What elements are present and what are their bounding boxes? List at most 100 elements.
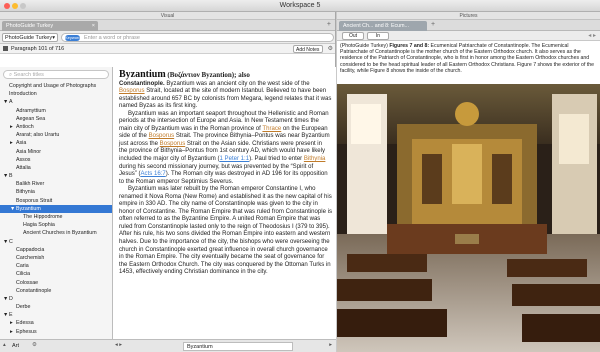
article-link[interactable]: Bithynia (304, 156, 326, 162)
article-link[interactable]: Bosporus (149, 133, 175, 139)
panel-caption-label: Pictures (459, 13, 478, 19)
toc-item-label: Asia Minor (16, 148, 42, 155)
toc-search-input[interactable]: ⌕ Search titles (3, 70, 109, 79)
zoom-out-button[interactable]: Out (342, 32, 364, 40)
reader-toolbar: PhotoGuide Turkey ▾ Keyword Enter a word… (0, 31, 335, 44)
tab-pictures[interactable]: Ancient Ch... and 8: Ecum... (339, 21, 427, 31)
toc-item-label: The Hippodrome (23, 214, 63, 220)
toc-item[interactable]: Hagia Sophia (0, 221, 112, 229)
article-paragraph: Byzantium was later rebuilt by the Roman… (119, 186, 332, 277)
church-interior-photo (337, 84, 600, 352)
article-body: Byzantium (Βυζάντιον Byzantion); also Co… (119, 70, 332, 277)
toc-item-label: E (9, 312, 13, 319)
toc-item-label: Antioch (16, 123, 34, 130)
toc-item-label: Bosporus Strait (16, 197, 53, 204)
toc-item[interactable]: Ararat; also Urartu (0, 131, 112, 139)
toc-toggle-icon[interactable] (3, 46, 8, 51)
tab-photoguide-turkey[interactable]: PhotoGuide Turkey × (2, 21, 98, 31)
pictures-panel: Pictures Ancient Ch... and 8: Ecum... + … (337, 12, 600, 352)
toc-item-label: A (9, 99, 13, 106)
caption-source: (PhotoGuide Turkey) (340, 43, 390, 49)
toc-list: Copyright and Usage of Photographs Introd… (0, 82, 112, 336)
toc-item[interactable]: Colossae (0, 279, 112, 287)
toc-item[interactable]: Aegean Sea (0, 115, 112, 123)
toc-item-label: Ancient Churches in Byzantium (23, 230, 97, 237)
toc-item-label: Asia (16, 140, 27, 147)
toc-item[interactable]: ▼Byzantium (0, 204, 112, 213)
toc-item[interactable]: Constantinople (0, 287, 112, 295)
toc-item[interactable]: Adramyttium (0, 107, 112, 115)
toc-item[interactable]: Attalia (0, 164, 112, 172)
article-link[interactable]: Acts 16:7 (141, 171, 166, 177)
toc-item[interactable]: Cilicia (0, 270, 112, 278)
toc-item[interactable]: The Hippodrome (0, 213, 112, 221)
navigation-arrows-icon[interactable]: ◂ ▸ (115, 342, 122, 348)
toc-item-label: Assos (16, 156, 31, 163)
picture-navigation-icon[interactable]: ◂ ▸ (588, 32, 596, 39)
toc-search-placeholder: Search titles (13, 72, 44, 78)
toc-item-label: Caria (16, 263, 29, 270)
toc-item[interactable]: ▸ Edessa (0, 319, 112, 327)
toc-item[interactable]: Copyright and Usage of Photographs (0, 82, 112, 90)
toc-item[interactable]: Introduction (0, 90, 112, 98)
toc-item[interactable]: Derbe (0, 303, 112, 311)
toc-item[interactable]: Bithynia (0, 188, 112, 196)
toc-item-label: Bithynia (16, 189, 35, 196)
gear-icon[interactable]: ⚙ (32, 342, 37, 348)
toc-item-label: D (9, 295, 13, 302)
pictures-toolbar: Out In ◂ ▸ (337, 31, 600, 41)
search-placeholder: Enter a word or phrase (84, 35, 140, 41)
tab-bar: PhotoGuide Turkey × + (0, 20, 335, 31)
toc-item-label: C (9, 238, 13, 245)
next-arrow-icon[interactable]: ▸ (329, 342, 332, 348)
add-notes-button[interactable]: Add Notes (293, 45, 323, 53)
add-tab-button[interactable]: + (327, 21, 331, 28)
toc-item-label: Hagia Sophia (23, 222, 55, 229)
current-article-field[interactable]: Byzantium (183, 342, 293, 351)
toc-item[interactable]: ▼E (0, 311, 112, 319)
article-link[interactable]: Bosporus (160, 141, 186, 147)
toc-item[interactable]: Asia Minor (0, 148, 112, 156)
toc-item[interactable]: Carchemish (0, 254, 112, 262)
toc-item[interactable]: ▼C (0, 238, 112, 246)
toc-item[interactable]: ▸ Asia (0, 139, 112, 147)
toc-item-label: B (9, 173, 13, 180)
toc-item[interactable]: Assos (0, 156, 112, 164)
toc-item-label: Balikh River (16, 181, 45, 188)
toc-item[interactable]: ▼D (0, 295, 112, 303)
toc-item[interactable]: ▸ Antioch (0, 123, 112, 131)
toc-item-label: Byzantium (16, 205, 41, 212)
tab-label: PhotoGuide Turkey (6, 23, 54, 29)
toc-item[interactable]: Bosporus Strait (0, 197, 112, 205)
toc-item[interactable]: ▼B (0, 172, 112, 180)
bottom-bar: ▴ Art ⚙ ◂ ▸ Byzantium ▸ (0, 339, 336, 352)
caption-figure-label: Figures 7 and 8: (389, 43, 430, 49)
tab-close-icon[interactable]: × (92, 23, 95, 29)
search-type-chip[interactable]: Keyword (65, 35, 81, 41)
toc-item-label: Ephesus (16, 328, 37, 335)
reader-panel: Visual PhotoGuide Turkey × + PhotoGuide … (0, 12, 336, 352)
add-tab-button[interactable]: + (431, 21, 435, 28)
chevron-down-icon: ▾ (52, 35, 55, 41)
art-filter-label[interactable]: Art (12, 343, 19, 349)
toc-item-label: Ararat; also Urartu (16, 132, 60, 139)
toc-item-label: Edessa (16, 320, 34, 327)
toc-item[interactable]: Ancient Churches in Byzantium (0, 229, 112, 237)
toc-item-label: Adramyttium (16, 107, 46, 114)
resource-selector[interactable]: PhotoGuide Turkey ▾ (2, 33, 58, 42)
gear-icon[interactable]: ⚙ (328, 45, 333, 52)
article-link[interactable]: Thrace (262, 126, 281, 132)
scroll-up-icon[interactable]: ▴ (3, 342, 6, 348)
toc-item[interactable]: ▸ Ephesus (0, 328, 112, 336)
toc-item[interactable]: Caria (0, 262, 112, 270)
toc-item[interactable]: ▼A (0, 98, 112, 106)
toc-item[interactable]: Balikh River (0, 180, 112, 188)
toc-item[interactable]: Cappadocia (0, 246, 112, 254)
search-input[interactable]: Keyword Enter a word or phrase (61, 33, 334, 42)
article-text-run: Byzantium was an ancient city on the wes… (164, 80, 310, 87)
article-greek-name: (Βυζάντιον Byzantion); also (167, 71, 250, 79)
article-link[interactable]: Bosporus (119, 88, 145, 94)
zoom-in-button[interactable]: In (367, 32, 389, 40)
info-bar: Paragraph 101 of 716 Add Notes ⚙ (0, 44, 335, 54)
article-link[interactable]: 1 Peter 1:1 (220, 156, 250, 162)
